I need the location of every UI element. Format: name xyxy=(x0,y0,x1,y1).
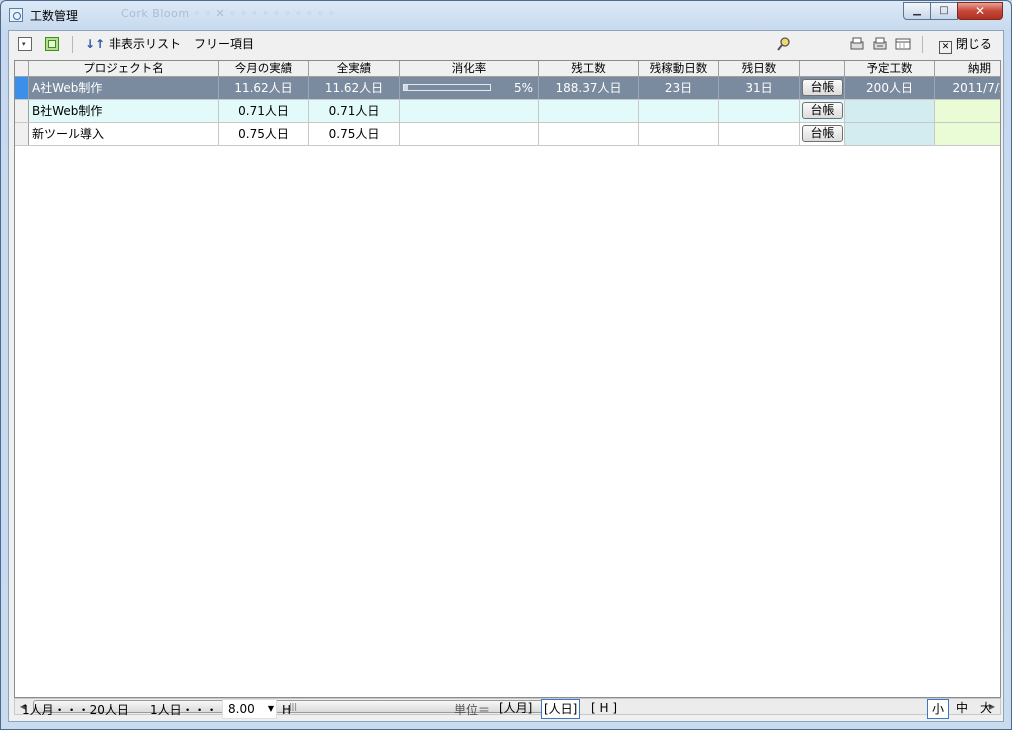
maximize-icon: □ xyxy=(939,5,949,16)
window-title: 工数管理 xyxy=(30,9,79,23)
cell-project-name[interactable]: A社Web制作 xyxy=(29,77,219,99)
cell-total[interactable]: 11.62人日 xyxy=(309,77,400,99)
cell-planned[interactable]: 200人日 xyxy=(845,77,935,99)
ledger-button[interactable]: 台帳 xyxy=(802,79,843,96)
progress-bar xyxy=(403,84,491,91)
size-large-button[interactable]: 大 xyxy=(975,699,997,719)
cell-remaining-workdays[interactable] xyxy=(639,100,719,122)
cell-remaining[interactable]: 188.37人日 xyxy=(539,77,639,99)
window-layout-icon[interactable] xyxy=(45,37,59,51)
row-selector[interactable] xyxy=(15,123,29,145)
close-window-button[interactable]: ✕ xyxy=(957,2,1003,20)
close-label: 閉じる xyxy=(955,37,992,51)
app-icon xyxy=(9,8,23,22)
unit-label: 単位＝ xyxy=(454,703,491,717)
unit-month-button[interactable]: [人月] xyxy=(497,699,534,719)
cell-progress[interactable] xyxy=(400,100,539,122)
cell-project-name[interactable]: B社Web制作 xyxy=(29,100,219,122)
client-area: ▾ ↓↑ 非表示リスト フリー項目 ✕ 閉じる プロジェクト名 今月の実績 全実… xyxy=(8,30,1004,722)
maximize-button[interactable]: □ xyxy=(930,2,958,20)
cell-deadline[interactable]: 2011/7/2 xyxy=(935,77,1000,99)
size-medium-button[interactable]: 中 xyxy=(951,699,973,719)
cell-remaining-days[interactable] xyxy=(719,100,800,122)
dropdown-menu-icon[interactable]: ▾ xyxy=(18,37,32,51)
column-header-remaining-days[interactable]: 残日数 xyxy=(719,61,800,76)
title-bar[interactable]: 工数管理 Cork Bloom ◦ ◦ ✕ ◦ ◦ ◦ ◦ ◦ ◦ ◦ ◦ ◦ … xyxy=(1,1,1011,29)
app-window: 工数管理 Cork Bloom ◦ ◦ ✕ ◦ ◦ ◦ ◦ ◦ ◦ ◦ ◦ ◦ … xyxy=(0,0,1012,730)
column-header-total[interactable]: 全実績 xyxy=(309,61,400,76)
minimize-button[interactable]: ▁ xyxy=(903,2,931,20)
free-items-button[interactable]: フリー項目 xyxy=(194,36,254,52)
grid-header: プロジェクト名 今月の実績 全実績 消化率 残工数 残稼動日数 残日数 予定工数… xyxy=(15,61,1000,77)
table-row[interactable]: 新ツール導入 0.75人日 0.75人日 台帳 xyxy=(15,123,1000,146)
cell-this-month[interactable]: 0.71人日 xyxy=(219,100,309,122)
cell-ledger: 台帳 xyxy=(800,123,845,145)
ledger-button[interactable]: 台帳 xyxy=(802,102,843,119)
cell-project-name[interactable]: 新ツール導入 xyxy=(29,123,219,145)
search-icon[interactable] xyxy=(776,36,792,52)
cell-progress[interactable] xyxy=(400,123,539,145)
cell-planned[interactable] xyxy=(845,123,935,145)
column-header-ledger[interactable] xyxy=(800,61,845,76)
progress-percent: 5% xyxy=(513,81,533,95)
cell-planned[interactable] xyxy=(845,100,935,122)
column-header-remaining-workdays[interactable]: 残稼動日数 xyxy=(639,61,719,76)
cell-deadline[interactable] xyxy=(935,100,1000,122)
cell-deadline[interactable] xyxy=(935,123,1000,145)
size-small-button[interactable]: 小 xyxy=(927,699,949,719)
table-row[interactable]: B社Web制作 0.71人日 0.71人日 台帳 xyxy=(15,100,1000,123)
column-header-this-month[interactable]: 今月の実績 xyxy=(219,61,309,76)
toolbar-separator xyxy=(72,36,73,53)
cell-ledger: 台帳 xyxy=(800,100,845,122)
column-header-deadline[interactable]: 納期 xyxy=(935,61,1000,76)
sort-icon[interactable]: ↓↑ xyxy=(85,36,105,52)
column-header-planned[interactable]: 予定工数 xyxy=(845,61,935,76)
close-icon: ✕ xyxy=(974,4,986,18)
hidden-list-button[interactable]: 非表示リスト xyxy=(109,36,181,52)
close-box-icon: ✕ xyxy=(939,41,952,54)
project-grid: プロジェクト名 今月の実績 全実績 消化率 残工数 残稼動日数 残日数 予定工数… xyxy=(14,60,1001,698)
cell-total[interactable]: 0.75人日 xyxy=(309,123,400,145)
hours-unit-label: H xyxy=(282,703,292,717)
cell-ledger: 台帳 xyxy=(800,77,845,99)
table-row[interactable]: A社Web制作 11.62人日 11.62人日 5% 188.37人日 23日 … xyxy=(15,77,1000,100)
day-conversion-label: 1人日・・・ xyxy=(150,703,218,717)
cell-this-month[interactable]: 11.62人日 xyxy=(219,77,309,99)
hours-per-day-select[interactable]: 8.00 ▼ xyxy=(222,699,277,719)
column-header-progress[interactable]: 消化率 xyxy=(400,61,539,76)
print-icon[interactable] xyxy=(849,36,865,52)
column-header-project[interactable]: プロジェクト名 xyxy=(29,61,219,76)
calendar-icon[interactable] xyxy=(895,36,911,52)
cell-progress[interactable]: 5% xyxy=(400,77,539,99)
cell-total[interactable]: 0.71人日 xyxy=(309,100,400,122)
print-preview-icon[interactable] xyxy=(872,36,888,52)
unit-day-button[interactable]: [人日] xyxy=(541,699,581,719)
row-selector[interactable] xyxy=(15,77,29,99)
ledger-button[interactable]: 台帳 xyxy=(802,125,843,142)
cell-remaining-workdays[interactable]: 23日 xyxy=(639,77,719,99)
unit-hour-button[interactable]: [ H ] xyxy=(589,699,619,719)
minimize-icon: ▁ xyxy=(913,5,921,16)
cell-remaining-workdays[interactable] xyxy=(639,123,719,145)
row-selector[interactable] xyxy=(15,100,29,122)
chevron-down-icon: ▼ xyxy=(267,704,274,713)
row-header-corner xyxy=(15,61,29,76)
window-title-ghost: Cork Bloom ◦ ◦ ✕ ◦ ◦ ◦ ◦ ◦ ◦ ◦ ◦ ◦ ◦ xyxy=(121,7,336,20)
column-header-remaining[interactable]: 残工数 xyxy=(539,61,639,76)
cell-remaining[interactable] xyxy=(539,123,639,145)
cell-remaining[interactable] xyxy=(539,100,639,122)
cell-this-month[interactable]: 0.75人日 xyxy=(219,123,309,145)
cell-remaining-days[interactable]: 31日 xyxy=(719,77,800,99)
progress-fill xyxy=(404,85,409,90)
cell-remaining-days[interactable] xyxy=(719,123,800,145)
close-button[interactable]: ✕ 閉じる xyxy=(939,36,992,54)
hours-per-day-value: 8.00 xyxy=(228,702,255,716)
month-conversion-label: 1人月・・・20人日 xyxy=(22,703,129,717)
toolbar: ▾ ↓↑ 非表示リスト フリー項目 ✕ 閉じる xyxy=(9,31,1003,58)
toolbar-separator xyxy=(922,36,923,53)
